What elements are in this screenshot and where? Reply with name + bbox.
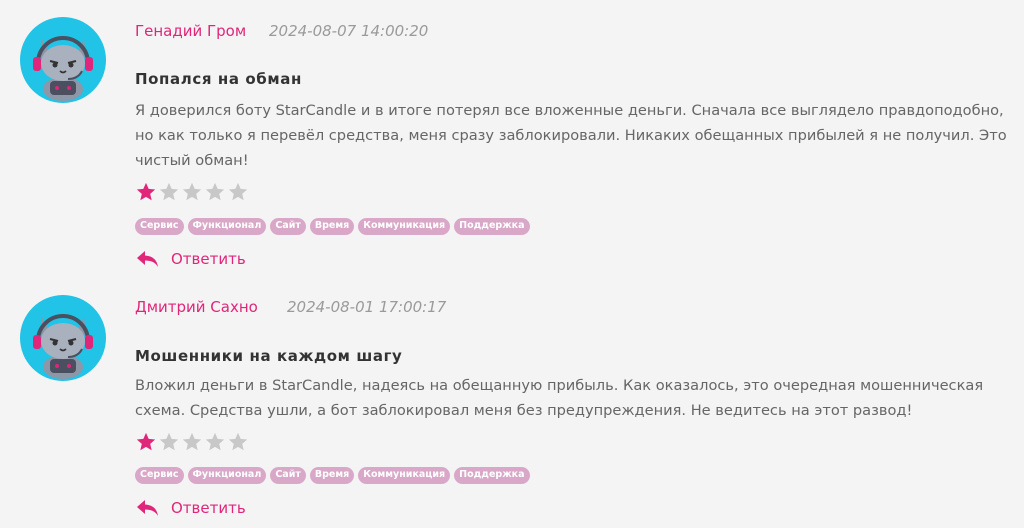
tag-support: Поддержка bbox=[454, 467, 530, 484]
reply-button[interactable]: Ответить bbox=[135, 249, 246, 269]
review-text: Я доверился боту StarCandle и в итоге по… bbox=[135, 102, 1007, 169]
star-icon bbox=[159, 182, 179, 201]
rating-stars bbox=[135, 431, 249, 455]
reply-label[interactable]: Ответить bbox=[171, 250, 246, 268]
review-author[interactable]: Генадий Гром bbox=[135, 22, 246, 40]
tag-functionality: Функционал bbox=[187, 218, 267, 235]
review-tags: Сервис Функционал Сайт Время Коммуникаци… bbox=[135, 467, 530, 484]
review-date: 2024-08-07 14:00:20 bbox=[269, 22, 429, 40]
avatar bbox=[20, 17, 106, 103]
reply-label[interactable]: Ответить bbox=[171, 499, 246, 517]
reply-arrow-icon bbox=[137, 500, 158, 516]
star-icon bbox=[136, 182, 156, 201]
star-icon bbox=[182, 432, 202, 451]
star-icon bbox=[182, 182, 202, 201]
tag-service: Сервис bbox=[135, 467, 184, 484]
review-text: Вложил деньги в StarCandle, надеясь на о… bbox=[135, 377, 984, 419]
tag-site: Сайт bbox=[270, 218, 306, 235]
tag-service: Сервис bbox=[135, 218, 184, 235]
review-author[interactable]: Дмитрий Сахно bbox=[135, 298, 258, 316]
tag-functionality: Функционал bbox=[187, 467, 267, 484]
star-icon bbox=[205, 432, 225, 451]
review-title: Попался на обман bbox=[135, 70, 302, 88]
avatar bbox=[20, 295, 106, 381]
star-icon bbox=[228, 182, 248, 201]
review-title: Мошенники на каждом шагу bbox=[135, 347, 403, 365]
tag-time: Время bbox=[309, 218, 355, 235]
cat-gamer-avatar-icon bbox=[33, 36, 93, 101]
star-icon bbox=[136, 432, 156, 451]
tag-communication: Коммуникация bbox=[358, 467, 451, 484]
review-tags: Сервис Функционал Сайт Время Коммуникаци… bbox=[135, 218, 530, 235]
tag-time: Время bbox=[309, 467, 355, 484]
review-date: 2024-08-01 17:00:17 bbox=[287, 298, 447, 316]
star-icon bbox=[228, 432, 248, 451]
tag-site: Сайт bbox=[270, 467, 306, 484]
reply-arrow-icon bbox=[137, 251, 158, 267]
rating-stars bbox=[135, 181, 249, 205]
tag-communication: Коммуникация bbox=[358, 218, 451, 235]
cat-gamer-avatar-icon bbox=[33, 314, 93, 379]
tag-support: Поддержка bbox=[454, 218, 530, 235]
star-icon bbox=[159, 432, 179, 451]
reply-button[interactable]: Ответить bbox=[135, 498, 246, 518]
star-icon bbox=[205, 182, 225, 201]
